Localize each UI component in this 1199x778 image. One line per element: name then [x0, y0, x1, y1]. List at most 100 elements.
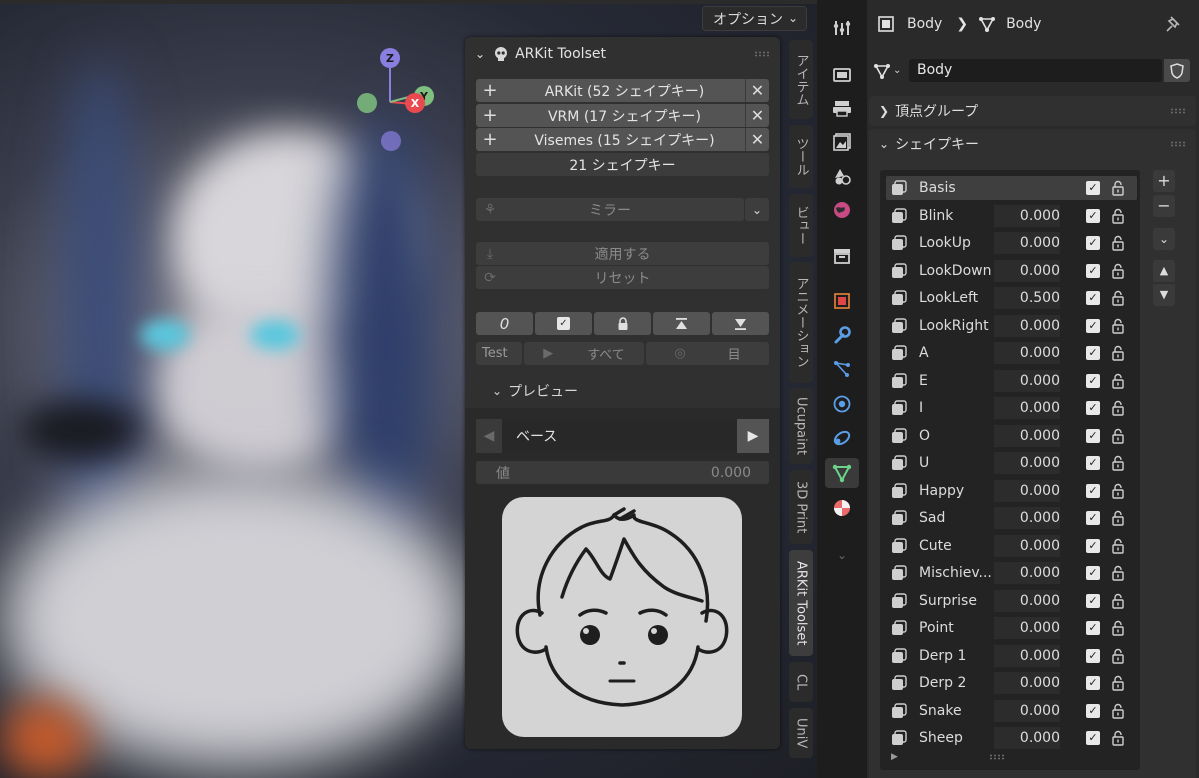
tab-cl[interactable]: CL	[789, 662, 813, 702]
shape-key-specials-menu[interactable]: ⌄	[1153, 228, 1175, 250]
mute-checkbox[interactable]: ✓	[1086, 373, 1100, 388]
unlock-icon[interactable]	[1111, 538, 1125, 554]
tab-tool[interactable]: ツール	[789, 125, 813, 188]
shape-key-row[interactable]: E 0.000 ✓	[886, 369, 1137, 393]
shape-key-row[interactable]: LookRight 0.000 ✓	[886, 314, 1137, 338]
unlock-icon[interactable]	[1111, 593, 1125, 609]
constraints-icon[interactable]	[830, 426, 854, 450]
group-row-visemes[interactable]: + Visemes (15 シェイプキー) ✕	[476, 128, 769, 151]
mute-checkbox[interactable]: ✓	[1086, 703, 1100, 718]
unlock-icon[interactable]	[1111, 263, 1125, 279]
vertex-groups-section[interactable]: ❯ 頂点グループ	[869, 96, 1196, 126]
shape-key-row[interactable]: Snake 0.000 ✓	[886, 699, 1137, 723]
move-bottom-icon[interactable]	[712, 312, 769, 335]
remove-shape-key-button[interactable]: −	[1153, 195, 1175, 217]
mute-checkbox[interactable]: ✓	[1086, 648, 1100, 663]
shape-keys-section[interactable]: ⌄ シェイプキー	[869, 129, 1196, 159]
test-eyes-button[interactable]: ◎ 目	[646, 342, 769, 365]
unlock-icon[interactable]	[1111, 180, 1125, 196]
mute-checkbox[interactable]: ✓	[1086, 181, 1100, 195]
gizmo-neg-z[interactable]	[381, 131, 401, 151]
drag-grip-icon[interactable]	[1170, 141, 1186, 147]
tab-arkit-toolset[interactable]: ARKit Toolset	[789, 550, 813, 656]
unlock-icon[interactable]	[1111, 208, 1125, 224]
mute-checkbox[interactable]: ✓	[1086, 566, 1100, 580]
unlock-icon[interactable]	[1111, 648, 1125, 664]
view-layer-icon[interactable]	[830, 130, 854, 154]
shape-key-row[interactable]: LookUp 0.000 ✓	[886, 231, 1137, 255]
lock-icon[interactable]	[594, 312, 651, 335]
mesh-data-icon[interactable]	[825, 458, 859, 488]
mute-checkbox[interactable]: ✓	[1086, 208, 1100, 223]
tab-univ[interactable]: UniV	[789, 708, 813, 758]
mirror-button[interactable]: ⚘ ミラー	[476, 198, 744, 221]
shape-key-row[interactable]: LookDown 0.000 ✓	[886, 259, 1137, 283]
shape-key-value[interactable]: 0.000	[994, 534, 1060, 557]
shape-key-list[interactable]: Basis ✓ Blink 0.000 ✓ LookUp 0.000 ✓ LookDown 0.0…	[880, 170, 1140, 770]
options-dropdown[interactable]: オプション ⌄	[702, 6, 807, 31]
unlock-icon[interactable]	[1111, 235, 1125, 251]
shape-key-row[interactable]: O 0.000 ✓	[886, 424, 1137, 448]
shape-key-value[interactable]: 0.000	[994, 397, 1060, 419]
drag-grip-icon[interactable]	[1170, 108, 1186, 114]
reset-button[interactable]: ⟳ リセット	[476, 266, 769, 289]
output-icon[interactable]	[830, 96, 854, 120]
mute-checkbox[interactable]: ✓	[1086, 401, 1100, 415]
shape-key-value[interactable]: 0.000	[994, 617, 1060, 639]
shape-key-row[interactable]: Happy 0.000 ✓	[886, 479, 1137, 503]
unlock-icon[interactable]	[1111, 620, 1125, 636]
mute-checkbox[interactable]: ✓	[1086, 346, 1100, 360]
shape-key-row[interactable]: A 0.000 ✓	[886, 341, 1137, 365]
gizmo-z-ball[interactable]: Z	[380, 48, 400, 68]
shape-key-row[interactable]: LookLeft 0.500 ✓	[886, 286, 1137, 310]
tab-item[interactable]: アイテム	[789, 40, 813, 119]
close-icon[interactable]: ✕	[745, 79, 769, 102]
shape-key-row[interactable]: Derp 2 0.000 ✓	[886, 671, 1137, 695]
world-icon[interactable]	[830, 198, 854, 222]
unlock-icon[interactable]	[1111, 318, 1125, 334]
shape-key-value[interactable]: 0.000	[994, 644, 1060, 667]
shape-key-value[interactable]: 0.000	[994, 562, 1060, 584]
tab-animation[interactable]: アニメーション	[789, 262, 813, 383]
unlock-icon[interactable]	[1111, 428, 1125, 444]
move-up-button[interactable]: ▲	[1153, 260, 1175, 282]
3d-viewport[interactable]: Y Z X オプション ⌄ アイテム ツール ビュー アニメーション Ucupa…	[0, 0, 817, 778]
chevron-left-icon[interactable]: ◀	[476, 419, 502, 453]
mute-checkbox[interactable]: ✓	[1086, 593, 1100, 608]
shape-key-row[interactable]: Basis ✓	[886, 176, 1137, 200]
unlock-icon[interactable]	[1111, 510, 1125, 526]
shape-key-value[interactable]: 0.000	[994, 204, 1060, 227]
shape-key-value[interactable]: 0.000	[994, 369, 1060, 392]
shape-key-row[interactable]: I 0.000 ✓	[886, 396, 1137, 420]
shape-key-value[interactable]: 0.000	[994, 479, 1060, 502]
mute-checkbox[interactable]: ✓	[1086, 428, 1100, 443]
chevron-right-icon[interactable]: ▶	[737, 419, 769, 453]
mute-checkbox[interactable]: ✓	[1086, 511, 1100, 525]
shape-key-row[interactable]: Surprise 0.000 ✓	[886, 589, 1137, 613]
shape-key-row[interactable]: Mischiev... 0.000 ✓	[886, 561, 1137, 585]
shape-key-row[interactable]: U 0.000 ✓	[886, 451, 1137, 475]
shape-key-value[interactable]: 0.000	[994, 259, 1060, 282]
tab-view[interactable]: ビュー	[789, 194, 813, 257]
mesh-datablock-selector[interactable]: ⌄	[873, 59, 907, 82]
pin-icon[interactable]	[1165, 15, 1183, 33]
preview-value-field[interactable]: 値 0.000	[476, 461, 769, 484]
mute-checkbox[interactable]: ✓	[1086, 621, 1100, 635]
shape-key-value[interactable]: 0.000	[994, 342, 1060, 364]
scene-icon[interactable]	[830, 164, 854, 188]
group-row-arkit[interactable]: + ARKit (52 シェイプキー) ✕	[476, 79, 769, 102]
mute-checkbox[interactable]: ✓	[1086, 731, 1100, 745]
tool-settings-icon[interactable]	[830, 16, 854, 40]
unlock-icon[interactable]	[1111, 345, 1125, 361]
particles-icon[interactable]	[830, 357, 854, 381]
tab-3d-print[interactable]: 3D Print	[789, 470, 813, 544]
shape-key-row[interactable]: Cute 0.000 ✓	[886, 534, 1137, 558]
object-icon[interactable]	[830, 289, 854, 313]
gizmo-neg-y[interactable]	[357, 93, 377, 113]
close-icon[interactable]: ✕	[745, 128, 769, 151]
shape-key-value[interactable]: 0.000	[994, 672, 1060, 694]
shape-key-value[interactable]: 0.000	[994, 314, 1060, 337]
unlock-icon[interactable]	[1111, 565, 1125, 581]
mirror-dropdown[interactable]: ⌄	[745, 198, 769, 221]
shape-key-row[interactable]: Sad 0.000 ✓	[886, 506, 1137, 530]
